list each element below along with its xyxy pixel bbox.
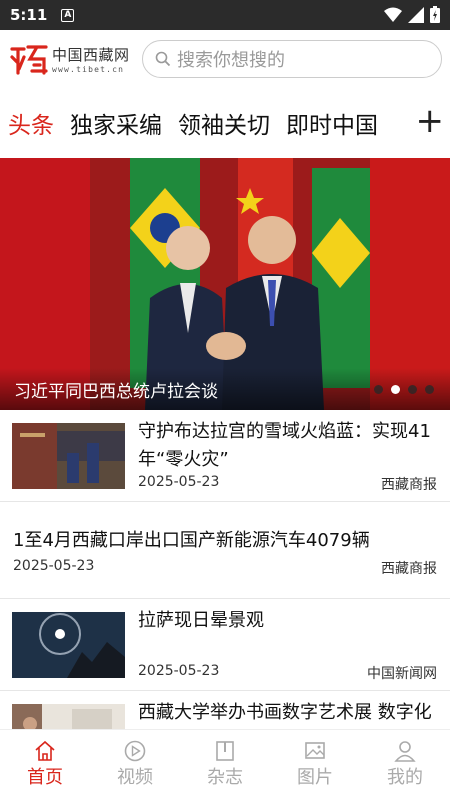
banner-caption: 习近平同巴西总统卢拉会谈 [14,381,218,402]
status-bar: 5:11 A [0,0,450,30]
nav-pictures[interactable]: 图片 [270,730,360,801]
notification-badge: A [61,8,75,22]
nav-magazine[interactable]: 杂志 [180,730,270,801]
nav-label: 视频 [117,767,153,788]
home-icon [35,740,55,761]
headline-banner[interactable]: 习近平同巴西总统卢拉会谈 [0,158,450,410]
battery-icon [430,6,440,23]
image-icon [305,742,325,759]
news-date: 2025-05-23 [138,474,220,490]
news-source: 西藏商报 [381,477,437,493]
tibet-logo[interactable]: 中国西藏网 www.tibet.cn [10,43,140,75]
channel-tabs: 头条 独家采编 领袖关切 即时中国 + [0,88,450,158]
person-icon [394,741,416,762]
carousel-indicator [374,385,434,394]
nav-home[interactable]: 首页 [0,730,90,801]
tab-exclusive[interactable]: 独家采编 [70,106,162,140]
magazine-icon [216,741,234,761]
tab-china-now[interactable]: 即时中国 [286,106,378,140]
nav-label: 我的 [387,767,423,788]
tab-leader[interactable]: 领袖关切 [178,106,270,140]
news-source: 中国新闻网 [367,666,437,682]
nav-mine[interactable]: 我的 [360,730,450,801]
news-date: 2025-05-23 [13,558,95,574]
nav-label: 图片 [297,767,333,788]
logo-url: www.tibet.cn [52,65,125,74]
carousel-dot[interactable] [374,385,383,394]
logo-title: 中国西藏网 [52,46,130,64]
wifi-icon [384,7,402,22]
nav-label: 杂志 [207,767,243,788]
news-date: 2025-05-23 [138,663,220,679]
search-icon [155,51,171,67]
carousel-dot-active[interactable] [391,385,400,394]
news-list: 守护布达拉宫的雪域火焰蓝：实现41年“零火灾” 2025-05-23 西藏商报 … [0,410,450,783]
play-icon [124,740,146,762]
news-title: 1至4月西藏口岸出口国产新能源汽车4079辆 [13,530,370,551]
news-item[interactable]: 守护布达拉宫的雪域火焰蓝：实现41年“零火灾” 2025-05-23 西藏商报 [0,410,450,502]
app-header: 中国西藏网 www.tibet.cn 搜索你想搜的 [0,30,450,88]
news-source: 西藏商报 [381,561,437,577]
news-title: 守护布达拉宫的雪域火焰蓝：实现41年“零火灾” [138,421,431,470]
signal-icon [408,6,424,23]
search-input[interactable]: 搜索你想搜的 [142,40,442,78]
news-item[interactable]: 拉萨现日晕景观 2025-05-23 中国新闻网 [0,599,450,691]
tab-headlines[interactable]: 头条 [8,106,54,140]
search-placeholder: 搜索你想搜的 [177,50,285,71]
bottom-nav: 首页 视频 杂志 图片 我的 [0,729,450,801]
news-item[interactable]: 1至4月西藏口岸出口国产新能源汽车4079辆 2025-05-23 西藏商报 [0,502,450,599]
nav-video[interactable]: 视频 [90,730,180,801]
news-thumbnail [12,612,125,678]
tibet-logo-icon [10,45,48,75]
nav-label: 首页 [27,767,63,788]
status-time: 5:11 [10,6,48,24]
carousel-dot[interactable] [408,385,417,394]
news-title: 拉萨现日晕景观 [138,610,264,631]
news-thumbnail [12,423,125,489]
add-channel-button[interactable]: + [416,102,445,140]
carousel-dot[interactable] [425,385,434,394]
